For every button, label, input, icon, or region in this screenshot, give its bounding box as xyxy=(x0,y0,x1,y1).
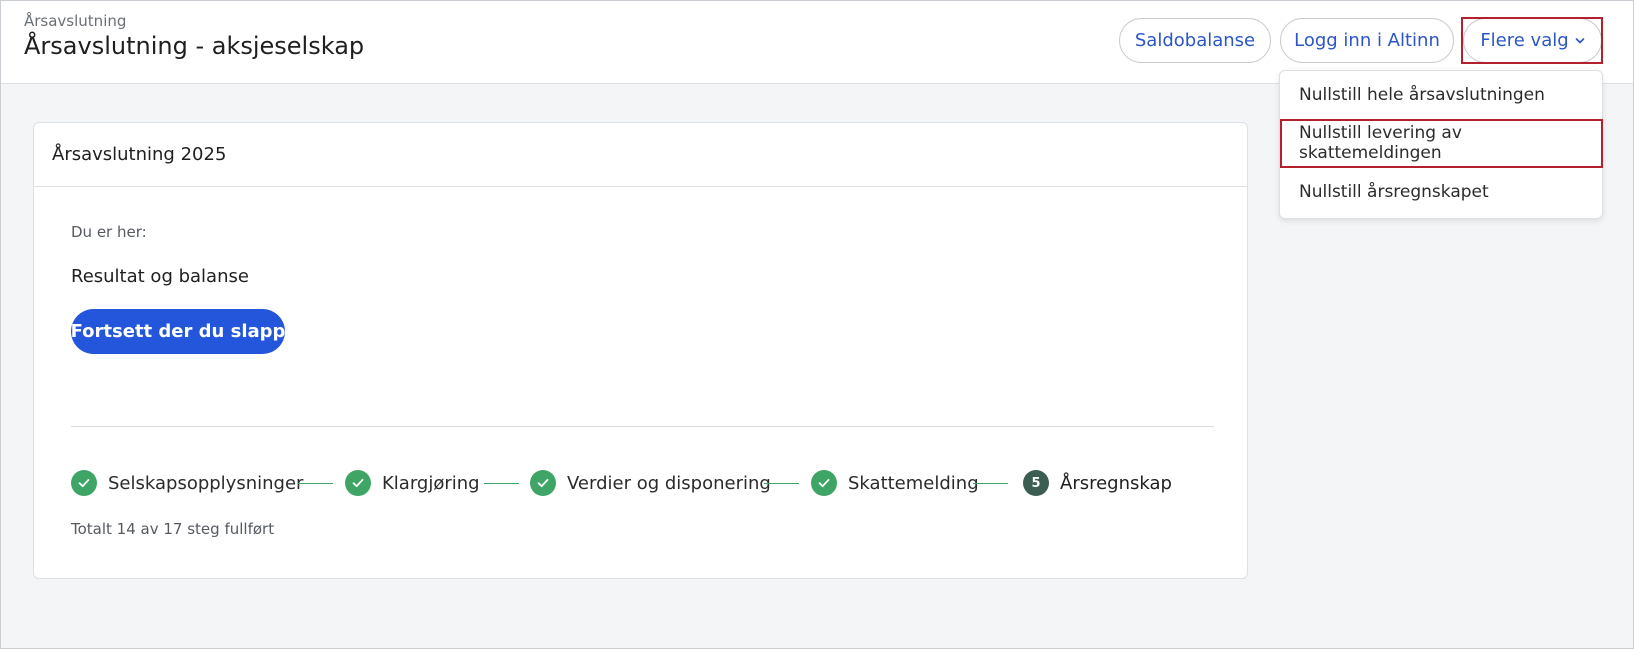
continue-button-label: Fortsett der du slapp xyxy=(70,321,286,342)
check-icon xyxy=(530,470,556,496)
current-step-name: Resultat og balanse xyxy=(71,266,249,287)
more-options-button-label: Flere valg xyxy=(1480,30,1569,51)
divider xyxy=(71,426,1214,427)
saldobalanse-button-label: Saldobalanse xyxy=(1134,30,1256,51)
you-are-here-label: Du er her: xyxy=(71,223,147,241)
menu-item-reset-all[interactable]: Nullstill hele årsavslutningen xyxy=(1280,71,1604,119)
step-arsregnskap[interactable]: Årsregnskap xyxy=(1060,473,1172,494)
altinn-login-button[interactable]: Logg inn i Altinn xyxy=(1280,18,1454,63)
menu-item-reset-tax-return[interactable]: Nullstill levering av skattemeldingen xyxy=(1280,119,1604,167)
card-title: Årsavslutning 2025 xyxy=(34,123,1247,187)
breadcrumb[interactable]: Årsavslutning xyxy=(24,12,126,30)
step-verdier-og-disponering[interactable]: Verdier og disponering xyxy=(567,473,771,494)
chevron-down-icon xyxy=(1575,37,1584,43)
year-end-card: Årsavslutning 2025 Du er her: Resultat o… xyxy=(33,122,1248,579)
app-window: Årsavslutning Årsavslutning - aksjeselsk… xyxy=(0,0,1634,649)
progress-summary: Totalt 14 av 17 steg fullført xyxy=(71,520,275,538)
check-icon xyxy=(811,470,837,496)
step-connector xyxy=(484,483,519,484)
check-icon xyxy=(345,470,371,496)
saldobalanse-button[interactable]: Saldobalanse xyxy=(1119,18,1271,63)
more-options-button[interactable]: Flere valg xyxy=(1463,18,1602,63)
step-connector xyxy=(298,483,333,484)
step-selskapsopplysninger[interactable]: Selskapsopplysninger xyxy=(108,473,303,494)
step-number-badge: 5 xyxy=(1023,470,1049,496)
menu-item-reset-annual-accounts[interactable]: Nullstill årsregnskapet xyxy=(1280,168,1604,216)
check-icon xyxy=(71,470,97,496)
step-connector xyxy=(764,483,799,484)
continue-button[interactable]: Fortsett der du slapp xyxy=(71,309,285,354)
progress-stepper: Selskapsopplysninger Klargjøring Verdier… xyxy=(71,467,1221,499)
page-title: Årsavslutning - aksjeselskap xyxy=(24,32,365,60)
step-klargjoring[interactable]: Klargjøring xyxy=(382,473,480,494)
more-options-menu: Nullstill hele årsavslutningen Nullstill… xyxy=(1279,70,1603,219)
step-skattemelding[interactable]: Skattemelding xyxy=(848,473,979,494)
step-connector xyxy=(973,483,1008,484)
altinn-login-button-label: Logg inn i Altinn xyxy=(1294,30,1440,51)
